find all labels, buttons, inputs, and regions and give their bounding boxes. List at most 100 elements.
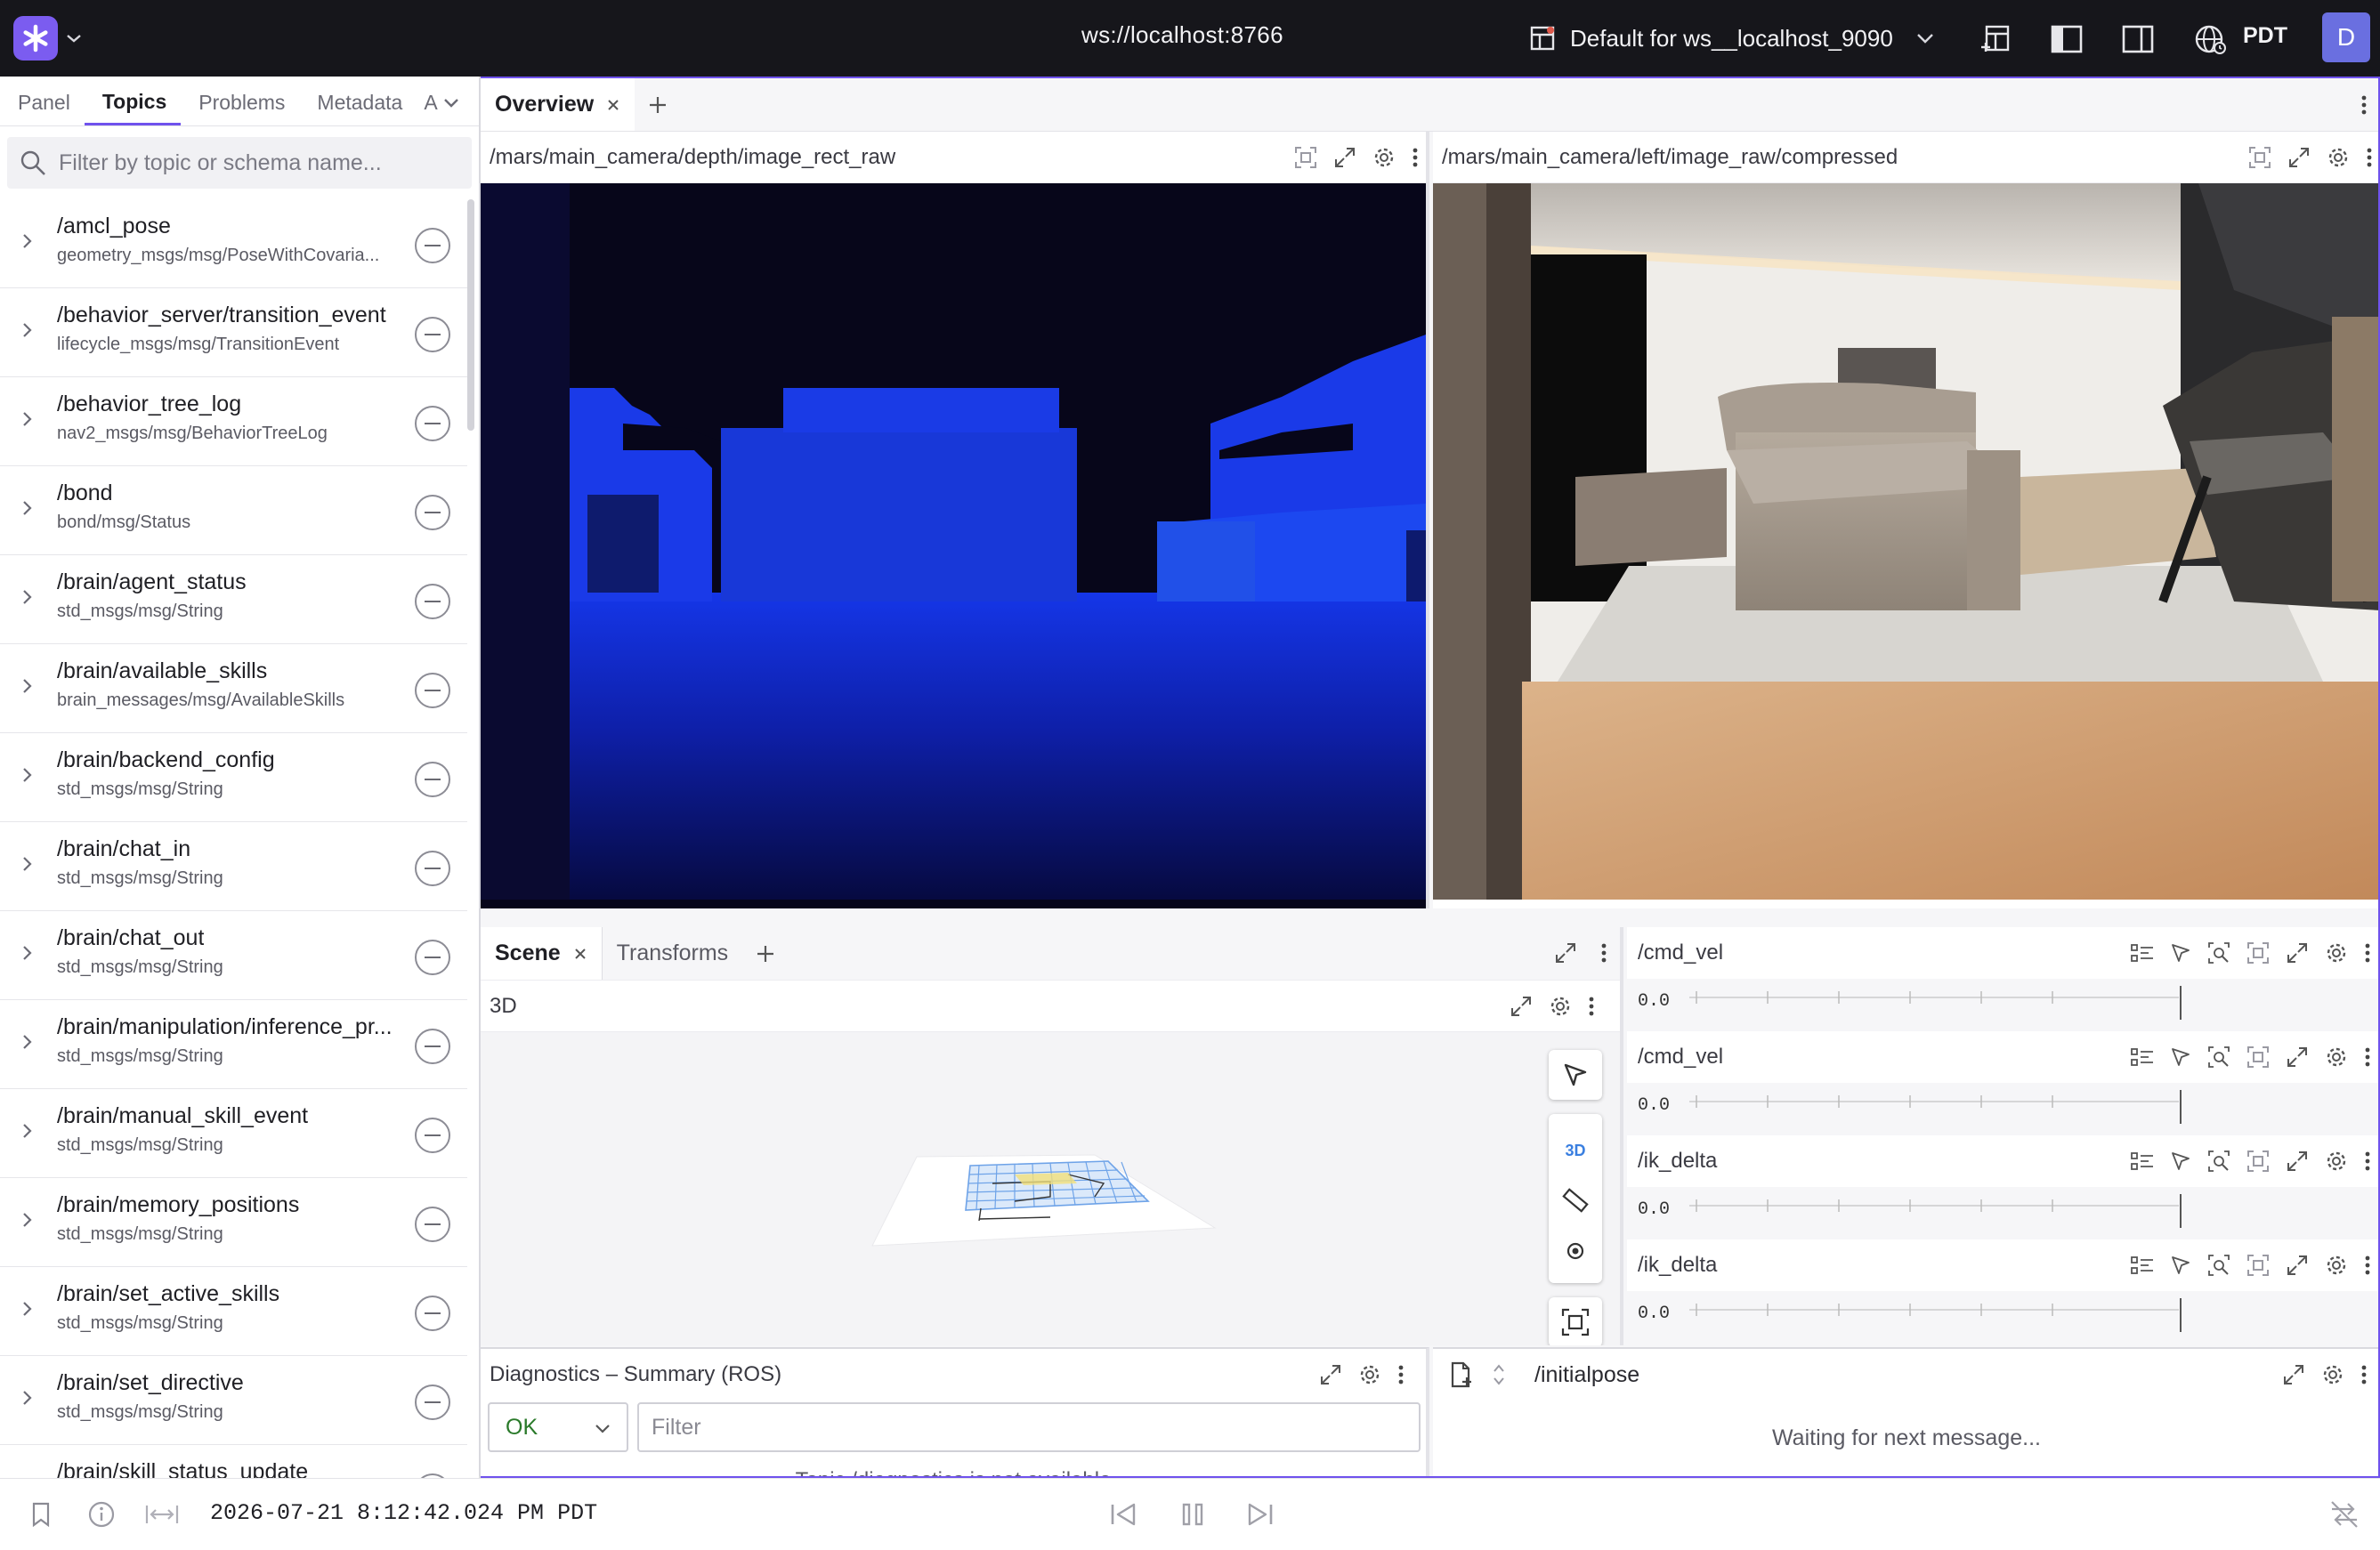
topic-visibility-toggle[interactable] [415,495,450,530]
legend-list-icon[interactable] [2131,1047,2154,1067]
topic-visibility-toggle[interactable] [415,762,450,797]
topic-row[interactable]: /behavior_server/transition_event lifecyc… [0,288,467,377]
gear-icon[interactable] [2325,1254,2348,1277]
tab-problems[interactable]: Problems [181,77,299,125]
add-panel-button[interactable] [1978,21,2013,57]
expand-icon[interactable] [2286,941,2309,965]
topic-list-scrollbar[interactable] [467,199,474,431]
tab-panel[interactable]: Panel [0,77,85,125]
fit-scene-button[interactable] [1549,1297,1602,1345]
diagnostic-level-select[interactable]: OK [488,1402,628,1452]
topic-row[interactable]: /brain/available_skills brain_messages/ms… [0,644,467,733]
bookmark-button[interactable] [27,1500,55,1529]
legend-list-icon[interactable] [2131,943,2154,963]
more-vertical-icon[interactable] [1397,1364,1405,1385]
more-vertical-icon[interactable] [2364,1150,2371,1172]
chevron-right-icon[interactable] [21,767,32,783]
more-vertical-icon[interactable] [1412,147,1419,168]
info-button[interactable] [85,1498,117,1530]
fit-frame-icon[interactable] [2246,1150,2270,1173]
tab-bar-menu-button[interactable] [2360,94,2368,116]
topic-visibility-toggle[interactable] [415,1296,450,1331]
fit-frame-icon[interactable] [2246,1254,2270,1277]
gear-icon[interactable] [1358,1363,1381,1386]
toggle-right-sidebar-button[interactable] [2120,21,2156,57]
more-vertical-icon[interactable] [2364,1046,2371,1068]
sort-arrows-icon[interactable] [1492,1361,1506,1388]
expand-icon[interactable] [2287,146,2311,169]
app-menu-chevron-icon[interactable] [62,27,85,50]
gear-icon[interactable] [2325,1045,2348,1069]
user-avatar[interactable]: D [2322,12,2370,62]
tab-topics[interactable]: Topics [84,77,182,125]
more-vertical-icon[interactable] [2360,1364,2368,1385]
diagnostics-filter-input[interactable] [637,1402,1421,1452]
cursor-arrow-icon[interactable] [2170,1255,2191,1276]
tab-scene[interactable]: Scene [481,927,602,980]
topic-visibility-toggle[interactable] [415,1029,450,1064]
raw-message-topic[interactable]: /initialpose [1534,1362,1639,1388]
topic-filter-input[interactable] [59,149,450,176]
ruler-icon[interactable] [1562,1187,1589,1214]
expand-icon[interactable] [2286,1150,2309,1173]
chevron-right-icon[interactable] [21,322,32,338]
topic-visibility-toggle[interactable] [415,673,450,708]
expand-icon[interactable] [2286,1254,2309,1277]
topic-visibility-toggle[interactable] [415,317,450,352]
gear-icon[interactable] [1372,146,1396,169]
fit-frame-icon[interactable] [2246,1045,2270,1069]
topic-row[interactable]: /brain/agent_status std_msgs/msg/String [0,555,467,644]
topic-row[interactable]: /brain/manipulation/inference_pr... std_m… [0,1000,467,1089]
topic-row[interactable]: /bond bond/msg/Status [0,466,467,555]
more-vertical-icon[interactable] [2364,1255,2371,1276]
fit-frame-icon[interactable] [2248,146,2271,169]
playback-timestamp[interactable]: 2026-07-21 8:12:42.024 PM PDT [210,1500,597,1526]
gear-icon[interactable] [2325,1150,2348,1173]
legend-list-icon[interactable] [2131,1151,2154,1171]
topic-visibility-toggle[interactable] [415,1207,450,1242]
close-icon[interactable] [606,98,620,112]
more-vertical-icon[interactable] [2364,942,2371,964]
chevron-right-icon[interactable] [21,1301,32,1317]
time-range-button[interactable] [144,1500,180,1529]
timezone-label[interactable]: PDT [2243,23,2287,49]
loop-button[interactable] [2327,1497,2362,1532]
file-add-icon[interactable] [1449,1361,1474,1388]
zoom-frame-icon[interactable] [2207,1045,2230,1069]
select-tool-button[interactable] [1549,1050,1602,1100]
chevron-right-icon[interactable] [21,1034,32,1050]
layout-selector[interactable]: Default for ws__localhost_9090 [1529,18,1934,59]
fit-frame-icon[interactable] [2246,941,2270,965]
legend-list-icon[interactable] [2131,1255,2154,1275]
fit-frame-icon[interactable] [1294,146,1317,169]
toggle-left-sidebar-button[interactable] [2049,21,2085,57]
topic-row[interactable]: /brain/chat_in std_msgs/msg/String [0,822,467,911]
tab-overview[interactable]: Overview [481,78,635,131]
topic-visibility-toggle[interactable] [415,228,450,263]
seek-forward-button[interactable] [1244,1498,1276,1530]
expand-icon[interactable] [1554,941,1577,965]
expand-icon[interactable] [2282,1363,2305,1386]
topic-visibility-toggle[interactable] [415,851,450,886]
expand-icon[interactable] [1319,1363,1342,1386]
topic-row[interactable]: /behavior_tree_log nav2_msgs/msg/Behavior… [0,377,467,466]
seek-backward-button[interactable] [1107,1498,1139,1530]
tab-transforms[interactable]: Transforms [601,927,742,980]
topic-row[interactable]: /brain/set_active_skills std_msgs/msg/Str… [0,1267,467,1356]
more-vertical-icon[interactable] [2366,147,2373,168]
close-icon[interactable] [573,947,587,961]
tab-overflow[interactable]: A [417,77,442,125]
chevron-right-icon[interactable] [21,233,32,249]
chevron-right-icon[interactable] [21,1390,32,1406]
topic-row[interactable]: /brain/memory_positions std_msgs/msg/Stri… [0,1178,467,1267]
chevron-right-icon[interactable] [21,945,32,961]
tab-metadata[interactable]: Metadata [299,77,417,125]
publish-point-icon[interactable] [1565,1240,1586,1262]
topic-visibility-toggle[interactable] [415,940,450,975]
topic-row[interactable]: /brain/skill_status_update [0,1445,467,1478]
cursor-arrow-icon[interactable] [2170,942,2191,964]
more-vertical-icon[interactable] [1588,996,1595,1017]
chevron-right-icon[interactable] [21,500,32,516]
add-tab-button[interactable] [635,94,681,116]
topic-visibility-toggle[interactable] [415,584,450,619]
